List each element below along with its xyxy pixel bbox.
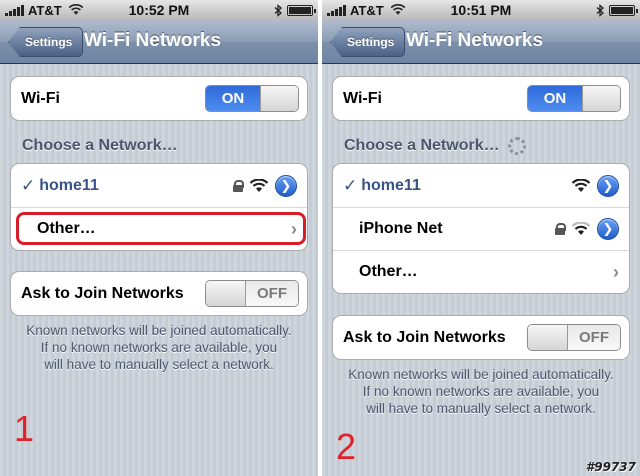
footer-text: Known networks will be joined automatica… xyxy=(322,366,640,417)
chevron-right-icon: › xyxy=(291,218,297,239)
ask-to-join-toggle[interactable]: OFF xyxy=(205,280,299,307)
section-header-label: Choose a Network… xyxy=(344,137,500,154)
section-header-label: Choose a Network… xyxy=(22,137,178,154)
network-row-other[interactable]: Other… › xyxy=(333,250,629,293)
footer-line: If no known networks are available, you xyxy=(362,384,600,399)
wifi-toggle-label: ON xyxy=(206,86,260,111)
ask-toggle-label: OFF xyxy=(568,325,620,350)
wifi-row: Wi-Fi ON xyxy=(11,77,307,120)
nav-bar: Settings Wi-Fi Networks xyxy=(0,20,318,64)
wifi-group: Wi-Fi ON xyxy=(10,76,308,121)
network-row-iphone-net[interactable]: iPhone Net ❯ xyxy=(333,207,629,250)
ask-to-join-toggle[interactable]: OFF xyxy=(527,324,621,351)
wifi-icon xyxy=(571,178,591,192)
section-header: Choose a Network… xyxy=(22,137,178,155)
network-list: ✓ home11 ❯ iPhone Net ❯ Other… › xyxy=(332,163,630,294)
toggle-knob xyxy=(582,86,620,111)
page-title: Wi-Fi Networks xyxy=(84,30,222,51)
nav-bar: Settings Wi-Fi Networks xyxy=(322,20,640,64)
network-name: home11 xyxy=(39,176,99,194)
check-icon: ✓ xyxy=(21,175,36,195)
footer-line: will have to manually select a network. xyxy=(366,401,596,416)
network-name: Other… xyxy=(37,220,96,237)
network-name: iPhone Net xyxy=(359,220,443,237)
detail-disclosure-icon[interactable]: ❯ xyxy=(275,174,297,197)
footer-line: If no known networks are available, you xyxy=(40,340,278,355)
battery-icon xyxy=(609,4,638,16)
page-title: Wi-Fi Networks xyxy=(406,30,544,51)
footer-line: will have to manually select a network. xyxy=(44,357,274,372)
watermark: #99737 xyxy=(585,460,636,474)
status-time: 10:52 PM xyxy=(128,2,190,18)
status-bar: AT&T 10:52 PM xyxy=(0,0,318,20)
chevron-right-icon: › xyxy=(613,261,619,282)
wifi-group: Wi-Fi ON xyxy=(332,76,630,121)
wifi-icon xyxy=(571,222,591,235)
section-header: Choose a Network… xyxy=(344,137,526,155)
status-time: 10:51 PM xyxy=(450,2,512,18)
toggle-knob xyxy=(206,281,246,306)
lock-icon xyxy=(233,179,244,192)
toggle-knob xyxy=(528,325,568,350)
step-number: 2 xyxy=(336,426,357,467)
network-list: ✓ home11 ❯ Other… › xyxy=(10,163,308,251)
wifi-row: Wi-Fi ON xyxy=(333,77,629,120)
wifi-icon xyxy=(249,178,269,192)
screen-1: AT&T 10:52 PM Settings Wi-Fi Networks Wi… xyxy=(0,0,318,476)
network-name: home11 xyxy=(361,176,421,194)
back-button[interactable]: Settings xyxy=(8,27,84,57)
footer-text: Known networks will be joined automatica… xyxy=(0,322,318,373)
status-bar: AT&T 10:51 PM xyxy=(322,0,640,20)
network-name: Other… xyxy=(359,263,418,280)
ask-group: Ask to Join Networks OFF xyxy=(10,271,308,316)
ask-to-join-row: Ask to Join Networks OFF xyxy=(11,272,307,315)
lock-icon xyxy=(555,223,566,235)
loading-spinner-icon xyxy=(507,137,526,155)
network-row-home11[interactable]: ✓ home11 ❯ xyxy=(333,164,629,207)
wifi-toggle[interactable]: ON xyxy=(205,85,299,112)
back-button[interactable]: Settings xyxy=(330,27,406,57)
screen-2: AT&T 10:51 PM Settings Wi-Fi Networks Wi… xyxy=(322,0,640,476)
ask-to-join-row: Ask to Join Networks OFF xyxy=(333,316,629,359)
step-number: 1 xyxy=(14,408,35,449)
footer-line: Known networks will be joined automatica… xyxy=(26,323,292,338)
network-row-home11[interactable]: ✓ home11 ❯ xyxy=(11,164,307,207)
detail-disclosure-icon[interactable]: ❯ xyxy=(597,218,619,240)
footer-line: Known networks will be joined automatica… xyxy=(348,367,614,382)
wifi-toggle[interactable]: ON xyxy=(527,85,621,112)
detail-disclosure-icon[interactable]: ❯ xyxy=(597,174,619,197)
ask-toggle-label: OFF xyxy=(246,281,298,306)
battery-icon xyxy=(287,4,316,16)
ask-group: Ask to Join Networks OFF xyxy=(332,315,630,360)
network-row-other[interactable]: Other… › xyxy=(11,207,307,250)
check-icon: ✓ xyxy=(343,175,358,195)
toggle-knob xyxy=(260,86,298,111)
wifi-toggle-label: ON xyxy=(528,86,582,111)
